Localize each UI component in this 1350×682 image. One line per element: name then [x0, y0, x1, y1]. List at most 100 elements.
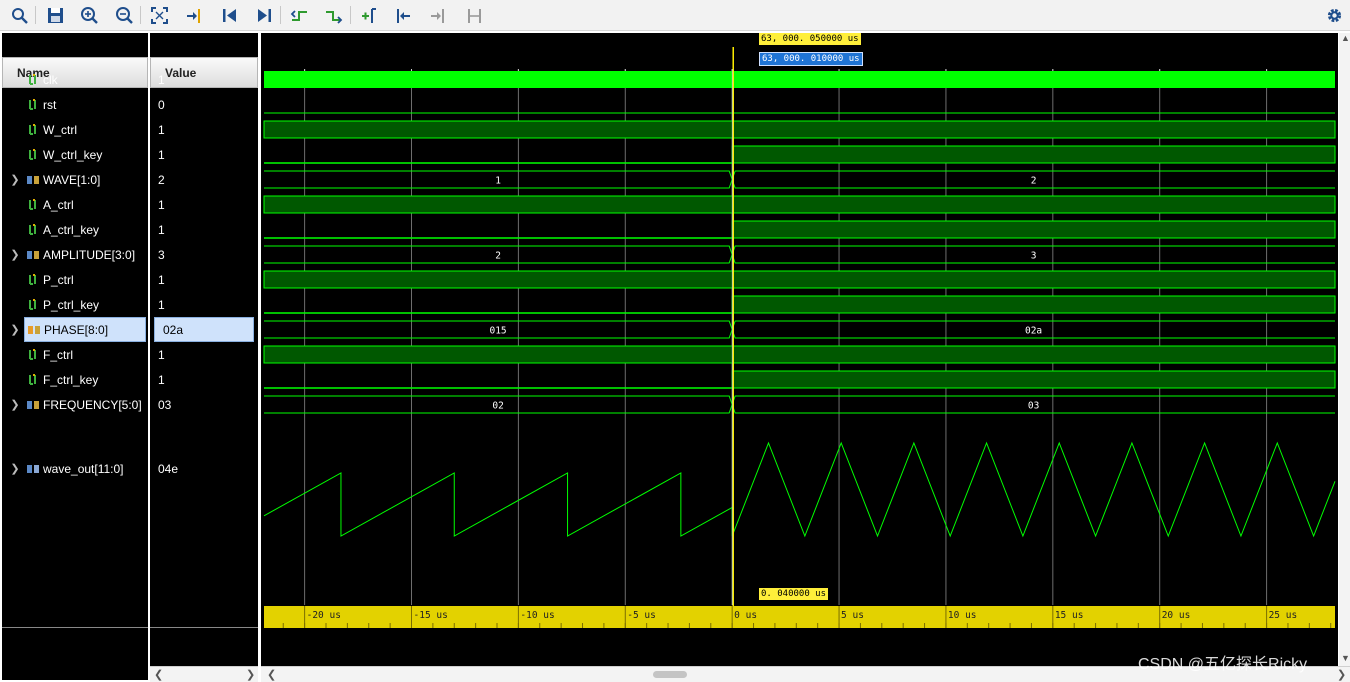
- signal-name-label: A_ctrl: [43, 197, 74, 212]
- bus-value-label: 015: [489, 326, 506, 337]
- bit-waveform-high: [731, 295, 1336, 314]
- save-button[interactable]: [44, 4, 66, 26]
- scroll-up-icon[interactable]: ▲: [1341, 33, 1350, 43]
- waveform-canvas[interactable]: 62,980 us62,985 us62,990 us62,995 us63,0…: [261, 33, 1338, 666]
- next-transition-icon: [325, 10, 342, 24]
- signal-value-cell[interactable]: 1: [150, 142, 258, 167]
- settings-button[interactable]: [1323, 4, 1345, 26]
- bus-value-label: 2: [495, 251, 501, 262]
- scroll-left-icon[interactable]: ❮: [154, 668, 163, 681]
- signal-value-cell[interactable]: 03: [150, 392, 258, 417]
- signal-name-row[interactable]: clk: [9, 67, 146, 92]
- add-marker-button[interactable]: [357, 4, 379, 26]
- signal-value-cell[interactable]: 0: [150, 92, 258, 117]
- signal-name-row[interactable]: F_ctrl: [9, 342, 146, 367]
- signal-name-row[interactable]: ❯ WAVE[1:0]: [9, 167, 146, 192]
- signal-name-label: PHASE[8:0]: [44, 322, 109, 337]
- signal-value-panel: Value 1 0 1 1 2 1 1 3 1 1 02a 1 1 03 04e: [150, 33, 258, 680]
- wave-scroll-thumb[interactable]: [653, 671, 687, 678]
- signal-value-cell[interactable]: 1: [150, 267, 258, 292]
- go-to-end-button[interactable]: [253, 4, 275, 26]
- save-icon: [47, 7, 63, 23]
- wave-out-analog-waveform: [263, 441, 1336, 538]
- scroll-left-icon[interactable]: ❮: [267, 668, 276, 681]
- go-to-cursor-button[interactable]: [183, 4, 205, 26]
- signal-name-row[interactable]: PHASE[8:0]: [24, 317, 146, 342]
- bottom-ruler-tick-label: 5 us: [841, 610, 864, 621]
- wave-panel-vscrollbar[interactable]: ▲ ▼: [1339, 33, 1350, 666]
- waveform-panel[interactable]: 62,980 us62,985 us62,990 us62,995 us63,0…: [261, 33, 1338, 666]
- bit-signal-icon: [29, 98, 36, 110]
- bit-signal-icon: [29, 223, 36, 235]
- bit-signal-icon: [29, 73, 36, 85]
- signal-name-row[interactable]: ❯ wave_out[11:0]: [9, 456, 146, 481]
- scroll-right-icon[interactable]: ❯: [246, 668, 255, 681]
- expand-chevron-icon[interactable]: ❯: [9, 462, 21, 475]
- bit-waveform-high: [731, 145, 1336, 164]
- signal-name-row[interactable]: P_ctrl: [9, 267, 146, 292]
- expand-chevron-icon[interactable]: ❯: [9, 248, 21, 261]
- zoom-in-button[interactable]: [78, 4, 100, 26]
- settings-gear-icon: [1327, 8, 1341, 22]
- next-marker-button[interactable]: [427, 4, 449, 26]
- signal-value-cell[interactable]: 1: [150, 342, 258, 367]
- signal-name-label: F_ctrl_key: [43, 372, 99, 387]
- signal-name-label: W_ctrl_key: [43, 147, 103, 162]
- expand-chevron-icon[interactable]: ❯: [9, 323, 21, 336]
- analog-bus-icon: [27, 464, 39, 473]
- signal-name-row[interactable]: rst: [9, 92, 146, 117]
- main-cursor-time-label[interactable]: 63, 000. 050000 us: [759, 33, 861, 45]
- signal-value-cell[interactable]: 1: [150, 292, 258, 317]
- bit-waveform-high: [263, 195, 1336, 214]
- bus-value-label: 02a: [1025, 326, 1042, 337]
- signal-name-row[interactable]: ❯ AMPLITUDE[3:0]: [9, 242, 146, 267]
- bottom-ruler-tick-label: 20 us: [1162, 610, 1191, 621]
- zoom-out-button[interactable]: [113, 4, 135, 26]
- signal-name-row[interactable]: W_ctrl: [9, 117, 146, 142]
- signal-name-row[interactable]: A_ctrl: [9, 192, 146, 217]
- signal-name-row[interactable]: A_ctrl_key: [9, 217, 146, 242]
- signal-name-row[interactable]: ❯ FREQUENCY[5:0]: [9, 392, 146, 417]
- secondary-cursor-time-label[interactable]: 63, 000. 010000 us: [759, 52, 863, 66]
- signal-value-cell[interactable]: 1: [150, 192, 258, 217]
- signal-value-cell[interactable]: 1: [150, 67, 258, 92]
- toolbar-separator: [35, 6, 36, 24]
- value-panel-hscrollbar[interactable]: ❮ ❯: [150, 666, 258, 682]
- scroll-right-icon[interactable]: ❯: [1337, 668, 1346, 681]
- bit-signal-icon: [29, 298, 36, 310]
- go-to-start-button[interactable]: [218, 4, 240, 26]
- previous-transition-button[interactable]: [288, 4, 310, 26]
- zoom-fit-button[interactable]: [148, 4, 170, 26]
- search-button[interactable]: [8, 4, 30, 26]
- expand-chevron-icon[interactable]: ❯: [9, 173, 21, 186]
- signal-value-cell[interactable]: 2: [150, 167, 258, 192]
- scroll-down-icon[interactable]: ▼: [1341, 653, 1350, 663]
- previous-marker-button[interactable]: [392, 4, 414, 26]
- signal-value-cell[interactable]: 1: [150, 117, 258, 142]
- bottom-ruler-tick-label: -10 us: [520, 610, 554, 621]
- toolbar-separator: [280, 6, 281, 24]
- swap-cursors-button[interactable]: [463, 4, 485, 26]
- bit-signal-icon: [29, 373, 36, 385]
- bus-signal-icon: [27, 175, 39, 184]
- expand-chevron-icon[interactable]: ❯: [9, 398, 21, 411]
- signal-value-cell[interactable]: 1: [150, 217, 258, 242]
- signal-name-label: P_ctrl_key: [43, 297, 100, 312]
- cursor-delta-label: 0. 040000 us: [759, 588, 829, 600]
- signal-name-row[interactable]: P_ctrl_key: [9, 292, 146, 317]
- signal-name-label: F_ctrl: [43, 347, 73, 362]
- next-transition-button[interactable]: [322, 4, 344, 26]
- signal-value-cell[interactable]: 3: [150, 242, 258, 267]
- signal-name-label: W_ctrl: [43, 122, 77, 137]
- bit-waveform-high: [731, 370, 1336, 389]
- bus-signal-icon: [27, 400, 39, 409]
- toolbar-separator: [140, 6, 141, 24]
- bit-signal-icon: [29, 273, 36, 285]
- bottom-ruler-tick-label: -20 us: [307, 610, 341, 621]
- signal-name-row[interactable]: W_ctrl_key: [9, 142, 146, 167]
- signal-value-cell[interactable]: 1: [150, 367, 258, 392]
- signal-value-cell[interactable]: 02a: [154, 317, 254, 342]
- bottom-ruler-tick-label: 10 us: [948, 610, 977, 621]
- signal-value-cell[interactable]: 04e: [150, 456, 258, 481]
- signal-name-row[interactable]: F_ctrl_key: [9, 367, 146, 392]
